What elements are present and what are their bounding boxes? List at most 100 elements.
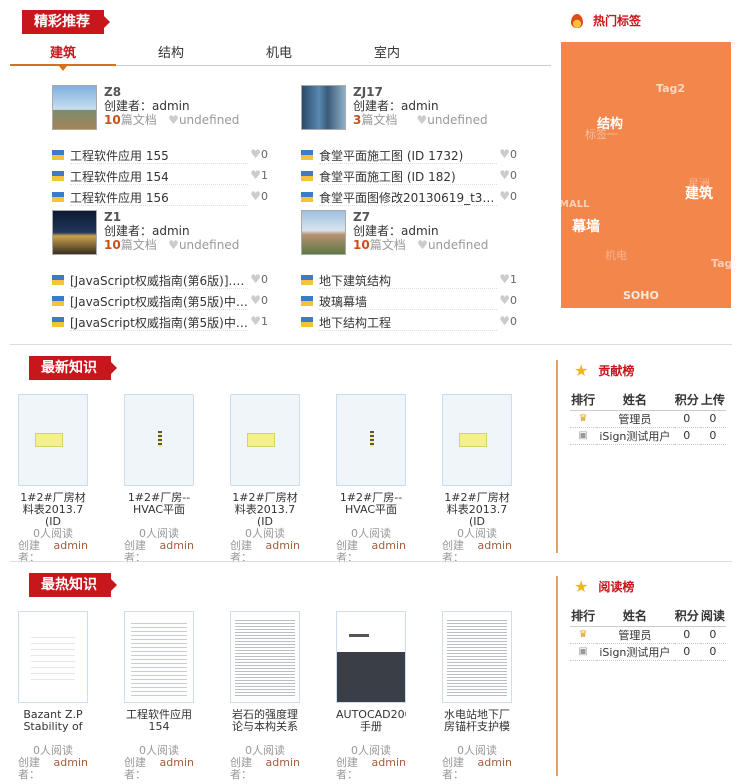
knowledge-item[interactable]: 1#2#厂房材料表2013.7 (ID 0人阅读 创建者： admin: [442, 394, 512, 564]
doc-item[interactable]: 地下建筑结构 ♥1: [301, 269, 517, 290]
tag-item[interactable]: Tag: [711, 257, 731, 270]
group-thumbnail[interactable]: [52, 85, 97, 130]
doc-item[interactable]: 工程软件应用 154 ♥1: [52, 165, 268, 186]
table-row: ♛ 管理员 0 0: [570, 626, 726, 644]
doc-thumbnail[interactable]: [18, 394, 88, 486]
document-icon: [52, 149, 64, 160]
document-icon: [52, 170, 64, 181]
latest-section-title: 最新知识: [29, 356, 117, 380]
reading-ranking: ★ 阅读榜 排行 姓名 积分 阅读 ♛ 管理员 0 0 ▣ iSign测试用户 0 0: [556, 576, 736, 776]
heart-icon: ♥: [168, 113, 179, 127]
heart-icon: ♥: [499, 272, 510, 286]
knowledge-item[interactable]: 工程软件应用 154 0人阅读 创建者： admin: [124, 611, 194, 781]
group-thumbnail[interactable]: [301, 85, 346, 130]
knowledge-item[interactable]: 1#2#厂房材料表2013.7 (ID 0人阅读 创建者： admin: [18, 394, 88, 564]
avatar-icon: ▣: [570, 643, 597, 661]
section-divider: [10, 344, 732, 345]
crown-icon: ♛: [570, 626, 597, 644]
hot-tags-title: 热门标签: [571, 12, 641, 29]
table-row: ▣ iSign测试用户 0 0: [570, 427, 726, 445]
table-row: ♛ 管理员 0 0: [570, 410, 726, 428]
heart-icon: ♥: [168, 238, 179, 252]
group-creator: 创建者：admin: [353, 99, 439, 113]
tag-item[interactable]: MALL: [561, 199, 589, 210]
doc-item[interactable]: [JavaScript权威指南(第6版)].Dav... ♥0: [52, 269, 268, 290]
heart-icon: ♥: [250, 293, 261, 307]
doc-item[interactable]: [JavaScript权威指南(第5版)中文... ♥1: [52, 311, 268, 332]
doc-item[interactable]: 工程软件应用 156 ♥0: [52, 186, 268, 207]
doc-thumbnail[interactable]: [336, 394, 406, 486]
knowledge-item[interactable]: 1#2#厂房--HVAC平面 0人阅读 创建者： admin: [124, 394, 194, 564]
heart-icon: ♥: [499, 168, 510, 182]
tab-mep[interactable]: 机电: [226, 44, 332, 64]
knowledge-item[interactable]: 岩石的强度理论与本构关系 0人阅读 创建者： admin: [230, 611, 300, 781]
heart-icon: ♥: [250, 272, 261, 286]
doc-item[interactable]: 食堂平面图修改20130619_t3 (I... ♥0: [301, 186, 517, 207]
doc-thumbnail[interactable]: [18, 611, 88, 703]
knowledge-item[interactable]: 1#2#厂房材料表2013.7 (ID 0人阅读 创建者： admin: [230, 394, 300, 564]
document-icon: [52, 274, 64, 285]
featured-section-title: 精彩推荐: [22, 10, 110, 34]
knowledge-item[interactable]: Bazant Z.P Stability of 0人阅读 创建者： admin: [18, 611, 88, 781]
heart-icon: ♥: [250, 314, 261, 328]
tag-item[interactable]: 机电: [605, 247, 627, 263]
doc-item[interactable]: 工程软件应用 155 ♥0: [52, 144, 268, 165]
avatar-icon: ▣: [570, 427, 597, 445]
document-icon: [301, 274, 313, 285]
group-name[interactable]: Z8: [104, 85, 239, 99]
hottest-section-title: 最热知识: [29, 573, 117, 597]
tag-item[interactable]: 标签一: [585, 126, 618, 142]
group-creator: 创建者：admin: [104, 99, 190, 113]
heart-icon: ♥: [417, 238, 428, 252]
heart-icon: ♥: [250, 168, 261, 182]
document-icon: [301, 170, 313, 181]
heart-icon: ♥: [499, 147, 510, 161]
doc-thumbnail[interactable]: [442, 611, 512, 703]
group-thumbnail[interactable]: [52, 210, 97, 255]
doc-thumbnail[interactable]: [442, 394, 512, 486]
doc-thumbnail[interactable]: [230, 611, 300, 703]
crown-icon: ♛: [570, 410, 597, 428]
group-stats: 10篇文档 ♥undefined: [104, 238, 240, 252]
contribution-ranking: ★ 贡献榜 排行 姓名 积分 上传 ♛ 管理员 0 0 ▣ iSign测试用户 0 0: [556, 360, 736, 553]
tab-interior[interactable]: 室内: [334, 44, 440, 64]
contribution-table: 排行 姓名 积分 上传 ♛ 管理员 0 0 ▣ iSign测试用户 0 0: [570, 390, 726, 445]
heart-icon: ♥: [499, 293, 510, 307]
tag-item[interactable]: SOHO: [623, 289, 659, 302]
document-icon: [301, 295, 313, 306]
doc-item[interactable]: 食堂平面施工图 (ID 1732) ♥0: [301, 144, 517, 165]
doc-item[interactable]: 地下结构工程 ♥0: [301, 311, 517, 332]
table-row: ▣ iSign测试用户 0 0: [570, 643, 726, 661]
featured-tabs: 建筑 结构 机电 室内: [10, 44, 551, 71]
doc-thumbnail[interactable]: [336, 611, 406, 703]
document-icon: [52, 191, 64, 202]
group-stats: 10篇文档 ♥undefined: [104, 113, 240, 127]
tag-item[interactable]: Tag2: [656, 82, 685, 95]
knowledge-item[interactable]: AUTOCAD200 手册 0人阅读 创建者： admin: [336, 611, 406, 781]
group-name[interactable]: Z7: [353, 210, 488, 224]
doc-item[interactable]: 玻璃幕墙 ♥0: [301, 290, 517, 311]
tag-item[interactable]: 建筑: [685, 183, 713, 203]
knowledge-item[interactable]: 水电站地下厂房锚杆支护模 0人阅读 创建者： admin: [442, 611, 512, 781]
doc-thumbnail[interactable]: [124, 394, 194, 486]
star-icon: ★: [574, 360, 589, 380]
heart-icon: ♥: [250, 189, 261, 203]
group-name[interactable]: Z1: [104, 210, 239, 224]
knowledge-item[interactable]: 1#2#厂房--HVAC平面 0人阅读 创建者： admin: [336, 394, 406, 564]
tab-architecture[interactable]: 建筑: [10, 44, 116, 71]
heart-icon: ♥: [499, 314, 510, 328]
fire-icon: [571, 13, 583, 28]
tab-structure[interactable]: 结构: [118, 44, 224, 64]
document-icon: [52, 316, 64, 327]
doc-item[interactable]: 食堂平面施工图 (ID 182) ♥0: [301, 165, 517, 186]
doc-thumbnail[interactable]: [230, 394, 300, 486]
group-name[interactable]: ZJ17: [353, 85, 488, 99]
group-thumbnail[interactable]: [301, 210, 346, 255]
tag-item[interactable]: 幕墙: [572, 216, 600, 236]
document-icon: [52, 295, 64, 306]
group-stats: 10篇文档 ♥undefined: [353, 238, 489, 252]
group-creator: 创建者：admin: [104, 224, 190, 238]
group-stats: 3篇文档 ♥undefined: [353, 113, 488, 127]
doc-thumbnail[interactable]: [124, 611, 194, 703]
doc-item[interactable]: [JavaScript权威指南(第5版)中文... ♥0: [52, 290, 268, 311]
